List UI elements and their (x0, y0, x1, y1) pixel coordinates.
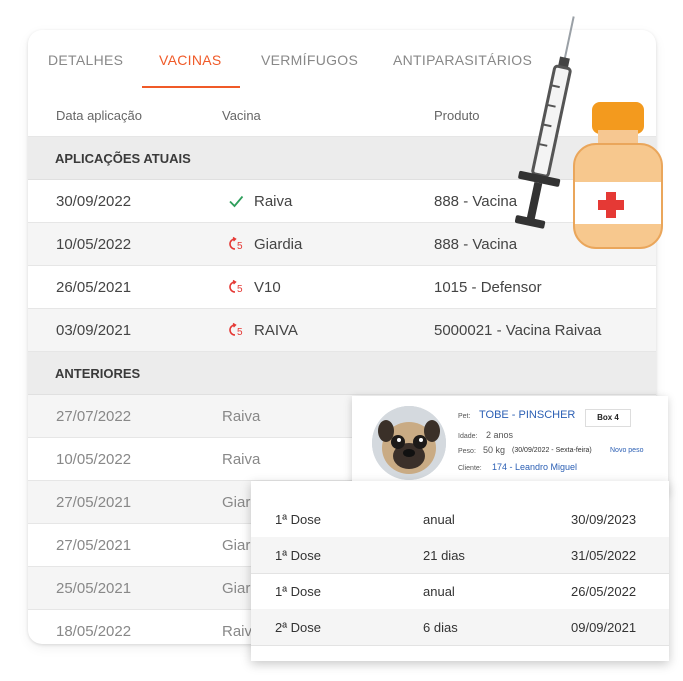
dose-row[interactable]: 1ª Dose anual 30/09/2023 (251, 501, 669, 538)
column-vaccine: Vacina (222, 108, 261, 123)
vaccine-vial-icon (573, 102, 663, 249)
tab-vermifugos[interactable]: VERMÍFUGOS (261, 52, 358, 68)
row-date: 27/05/2021 (56, 494, 132, 511)
row-date: 30/09/2022 (56, 193, 132, 210)
row-product: 5000021 - Vacina Raivaa (434, 322, 602, 339)
row-date: 10/05/2022 (56, 451, 132, 468)
dose-date: 09/09/2021 (571, 620, 637, 635)
row-product: 888 - Vacina (434, 236, 518, 253)
pug-photo (372, 406, 446, 480)
section-previous-label: ANTERIORES (55, 366, 141, 381)
column-product: Produto (434, 108, 480, 123)
dose-row[interactable]: 1ª Dose 21 dias 31/05/2022 (251, 537, 669, 574)
svg-text:5: 5 (237, 284, 243, 295)
row-vaccine: Raiva (254, 193, 293, 210)
row-vaccine: Giar (222, 537, 251, 554)
row-date: 25/05/2021 (56, 580, 132, 597)
tab-detalhes[interactable]: DETALHES (48, 52, 123, 68)
row-vaccine: V10 (254, 279, 281, 296)
row-date: 03/09/2021 (56, 322, 132, 339)
table-row[interactable]: 26/05/2021 5 V10 1015 - Defensor (28, 266, 656, 309)
pending-icon: 5 (229, 279, 243, 295)
dose-row[interactable]: 2ª Dose 6 dias 09/09/2021 (251, 609, 669, 646)
pending-icon: 5 (229, 322, 243, 338)
svg-text:5: 5 (237, 241, 243, 252)
client-label: Cliente: (458, 465, 482, 472)
row-vaccine: Raiva (222, 408, 261, 425)
dose-number: 2ª Dose (275, 620, 322, 635)
weight-label: Peso: (458, 448, 476, 455)
dose-number: 1ª Dose (275, 584, 322, 599)
row-product: 888 - Vacina (434, 193, 518, 210)
dose-interval: 21 dias (423, 548, 465, 563)
row-vaccine: Raiva (222, 451, 261, 468)
dose-number: 1ª Dose (275, 512, 322, 527)
svg-text:5: 5 (237, 327, 243, 338)
dose-row[interactable]: 1ª Dose anual 26/05/2022 (251, 573, 669, 610)
dose-schedule-card: 1ª Dose anual 30/09/2023 1ª Dose 21 dias… (251, 481, 669, 661)
pet-label: Pet: (458, 413, 471, 420)
pet-avatar (372, 406, 446, 480)
pet-info-card: Pet: TOBE - PINSCHER Box 4 Idade: 2 anos… (352, 396, 668, 494)
box-badge: Box 4 (585, 409, 631, 427)
dose-number: 1ª Dose (275, 548, 322, 563)
row-vaccine: Raiv (222, 623, 253, 640)
dose-date: 30/09/2023 (571, 512, 637, 527)
section-previous: ANTERIORES (28, 352, 656, 395)
row-product: 1015 - Defensor (434, 279, 542, 296)
pet-weight: 50 kg (483, 445, 506, 455)
row-vaccine: Giar (222, 580, 251, 597)
column-date: Data aplicação (56, 108, 142, 123)
client-link[interactable]: 174 - Leandro Miguel (492, 462, 577, 472)
row-vaccine: RAIVA (254, 322, 298, 339)
row-date: 27/05/2021 (56, 537, 132, 554)
tab-vacinas[interactable]: VACINAS (159, 52, 222, 68)
row-date: 10/05/2022 (56, 236, 132, 253)
check-icon (229, 195, 244, 208)
dose-interval: anual (423, 512, 455, 527)
dose-date: 31/05/2022 (571, 548, 637, 563)
pending-icon: 5 (229, 236, 243, 252)
dose-date: 26/05/2022 (571, 584, 637, 599)
new-weight-link[interactable]: Novo peso (610, 447, 643, 454)
age-label: Idade: (458, 433, 478, 440)
dose-interval: anual (423, 584, 455, 599)
tab-antiparasitarios[interactable]: ANTIPARASITÁRIOS (393, 52, 532, 68)
row-date: 26/05/2021 (56, 279, 132, 296)
row-vaccine: Giar (222, 494, 251, 511)
table-row[interactable]: 03/09/2021 5 RAIVA 5000021 - Vacina Raiv… (28, 309, 656, 352)
section-current-label: APLICAÇÕES ATUAIS (55, 151, 191, 166)
row-date: 27/07/2022 (56, 408, 132, 425)
row-vaccine: Giardia (254, 236, 303, 253)
pet-age: 2 anos (486, 430, 514, 440)
weight-date: (30/09/2022 - Sexta-feira) (512, 447, 592, 454)
pet-name[interactable]: TOBE - PINSCHER (479, 409, 575, 421)
row-date: 18/05/2022 (56, 623, 132, 640)
dose-interval: 6 dias (423, 620, 458, 635)
